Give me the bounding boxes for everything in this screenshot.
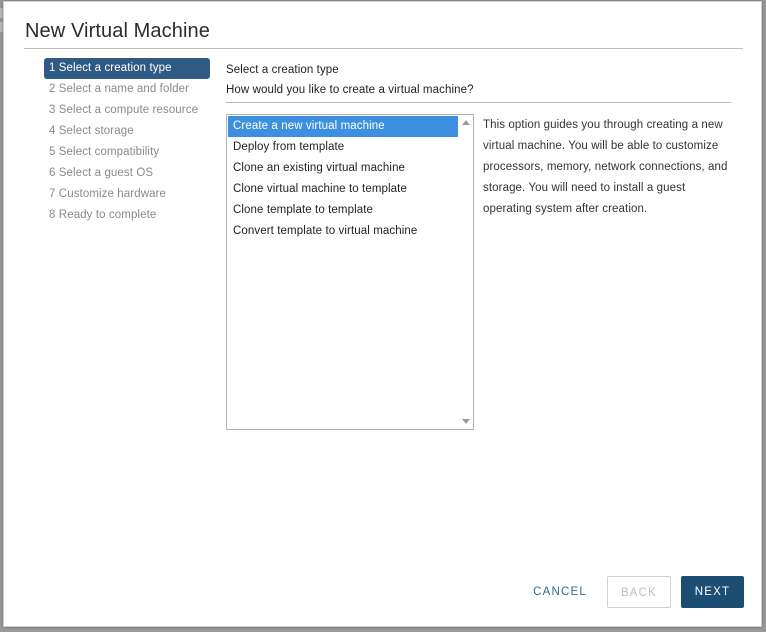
scroll-down-icon[interactable] [462,419,470,424]
cancel-button[interactable]: CANCEL [524,576,596,608]
option-clone-vm-to-template[interactable]: Clone virtual machine to template [228,179,458,200]
title-divider [24,48,743,49]
scroll-up-icon[interactable] [462,120,470,125]
listbox-scrollbar[interactable] [459,115,473,429]
wizard-step-compute-resource: 3 Select a compute resource [49,104,199,116]
section-subtitle: How would you like to create a virtual m… [226,84,474,96]
wizard-step-name-folder: 2 Select a name and folder [49,83,190,95]
wizard-step-customize-hardware: 7 Customize hardware [49,188,167,200]
back-button[interactable]: BACK [607,576,671,608]
option-create-new-vm[interactable]: Create a new virtual machine [228,116,458,137]
section-title: Select a creation type [226,64,339,76]
option-deploy-from-template[interactable]: Deploy from template [228,137,458,158]
section-divider [226,102,731,103]
option-clone-template-to-template[interactable]: Clone template to template [228,200,458,221]
wizard-step-storage: 4 Select storage [49,125,134,137]
creation-type-listbox[interactable]: Create a new virtual machine Deploy from… [226,114,474,430]
next-button[interactable]: NEXT [681,576,744,608]
dialog-title: New Virtual Machine [25,20,210,42]
wizard-step-ready: 8 Ready to complete [49,209,157,221]
option-clone-existing-vm[interactable]: Clone an existing virtual machine [228,158,458,179]
wizard-step-compatibility: 5 Select compatibility [49,146,160,158]
option-description: This option guides you through creating … [483,119,728,215]
new-vm-dialog: New Virtual Machine 1 Select a creation … [3,1,762,627]
wizard-steps: 1 Select a creation type 2 Select a name… [44,58,210,226]
wizard-step-guest-os: 6 Select a guest OS [49,167,154,179]
option-convert-template-to-vm[interactable]: Convert template to virtual machine [228,221,458,242]
creation-type-list: Create a new virtual machine Deploy from… [228,116,458,242]
wizard-step-creation-type[interactable]: 1 Select a creation type [44,58,210,79]
